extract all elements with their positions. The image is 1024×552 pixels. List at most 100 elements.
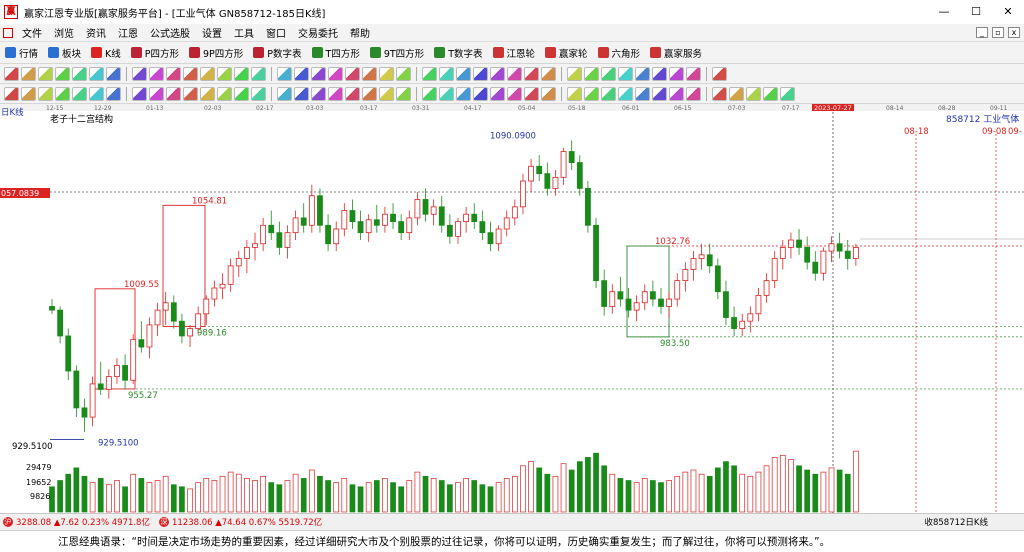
menu-browse[interactable]: 浏览 [48, 25, 80, 40]
drawing-tool-icon[interactable] [277, 66, 292, 81]
toolbar-button-12[interactable]: 赢家服务 [645, 46, 707, 60]
drawing-tool-icon[interactable] [396, 66, 411, 81]
toolbar-button-8[interactable]: T数字表 [429, 46, 487, 60]
tools-tool-icon[interactable] [217, 86, 232, 101]
tools-tool-icon[interactable] [132, 86, 147, 101]
menu-window[interactable]: 窗口 [260, 25, 292, 40]
drawing-tool-icon[interactable] [712, 66, 727, 81]
drawing-tool-icon[interactable] [379, 66, 394, 81]
drawing-tool-icon[interactable] [55, 66, 70, 81]
toolbar-button-4[interactable]: 9P四方形 [184, 46, 248, 60]
tools-tool-icon[interactable] [106, 86, 121, 101]
drawing-tool-icon[interactable] [217, 66, 232, 81]
drawing-tool-icon[interactable] [507, 66, 522, 81]
mdi-minimize-button[interactable]: _ [976, 27, 988, 38]
tools-tool-icon[interactable] [524, 86, 539, 101]
drawing-tool-icon[interactable] [524, 66, 539, 81]
drawing-tool-icon[interactable] [652, 66, 667, 81]
drawing-tool-icon[interactable] [38, 66, 53, 81]
tools-tool-icon[interactable] [345, 86, 360, 101]
drawing-tool-icon[interactable] [311, 66, 326, 81]
toolbar-button-3[interactable]: P四方形 [126, 46, 184, 60]
tools-tool-icon[interactable] [541, 86, 556, 101]
tools-tool-icon[interactable] [55, 86, 70, 101]
tools-tool-icon[interactable] [456, 86, 471, 101]
toolbar-button-1[interactable]: 板块 [43, 46, 86, 60]
drawing-tool-icon[interactable] [541, 66, 556, 81]
kline-chart[interactable]: 12-15 12-29 01-13 02-03 02-17 03-03 03-17 03-31… [0, 104, 1024, 513]
tools-tool-icon[interactable] [277, 86, 292, 101]
tools-tool-icon[interactable] [149, 86, 164, 101]
drawing-tool-icon[interactable] [669, 66, 684, 81]
tools-tool-icon[interactable] [396, 86, 411, 101]
drawing-tool-icon[interactable] [473, 66, 488, 81]
tools-tool-icon[interactable] [652, 86, 667, 101]
tools-tool-icon[interactable] [473, 86, 488, 101]
toolbar-button-2[interactable]: K线 [86, 46, 126, 60]
drawing-tool-icon[interactable] [439, 66, 454, 81]
drawing-tool-icon[interactable] [362, 66, 377, 81]
maximize-button[interactable]: ☐ [960, 0, 992, 24]
menu-formula[interactable]: 公式选股 [144, 25, 196, 40]
tools-tool-icon[interactable] [567, 86, 582, 101]
drawing-tool-icon[interactable] [72, 66, 87, 81]
tools-tool-icon[interactable] [234, 86, 249, 101]
drawing-tool-icon[interactable] [132, 66, 147, 81]
drawing-tool-icon[interactable] [89, 66, 104, 81]
tools-tool-icon[interactable] [439, 86, 454, 101]
drawing-tool-icon[interactable] [251, 66, 266, 81]
close-button[interactable]: ✕ [992, 0, 1024, 24]
menu-help[interactable]: 帮助 [344, 25, 376, 40]
tools-tool-icon[interactable] [729, 86, 744, 101]
tools-tool-icon[interactable] [669, 86, 684, 101]
drawing-tool-icon[interactable] [422, 66, 437, 81]
menu-info[interactable]: 资讯 [80, 25, 112, 40]
tools-tool-icon[interactable] [166, 86, 181, 101]
tools-tool-icon[interactable] [21, 86, 36, 101]
drawing-tool-icon[interactable] [490, 66, 505, 81]
tools-tool-icon[interactable] [38, 86, 53, 101]
menu-file[interactable]: 文件 [16, 25, 48, 40]
tools-tool-icon[interactable] [328, 86, 343, 101]
menu-gann[interactable]: 江恩 [112, 25, 144, 40]
drawing-tool-icon[interactable] [294, 66, 309, 81]
tools-tool-icon[interactable] [712, 86, 727, 101]
drawing-tool-icon[interactable] [234, 66, 249, 81]
toolbar-button-0[interactable]: 行情 [0, 46, 43, 60]
tools-tool-icon[interactable] [635, 86, 650, 101]
tools-tool-icon[interactable] [601, 86, 616, 101]
drawing-tool-icon[interactable] [345, 66, 360, 81]
tools-tool-icon[interactable] [200, 86, 215, 101]
drawing-tool-icon[interactable] [200, 66, 215, 81]
toolbar-button-6[interactable]: T四方形 [307, 46, 365, 60]
toolbar-button-5[interactable]: P数字表 [248, 46, 306, 60]
tools-tool-icon[interactable] [584, 86, 599, 101]
drawing-tool-icon[interactable] [166, 66, 181, 81]
tools-tool-icon[interactable] [362, 86, 377, 101]
toolbar-button-7[interactable]: 9T四方形 [365, 46, 429, 60]
minimize-button[interactable]: — [928, 0, 960, 24]
tools-tool-icon[interactable] [507, 86, 522, 101]
tools-tool-icon[interactable] [490, 86, 505, 101]
drawing-tool-icon[interactable] [686, 66, 701, 81]
mdi-restore-button[interactable]: ▫ [992, 27, 1004, 38]
tools-tool-icon[interactable] [183, 86, 198, 101]
tools-tool-icon[interactable] [89, 86, 104, 101]
drawing-tool-icon[interactable] [584, 66, 599, 81]
drawing-tool-icon[interactable] [106, 66, 121, 81]
drawing-tool-icon[interactable] [328, 66, 343, 81]
tools-tool-icon[interactable] [763, 86, 778, 101]
drawing-tool-icon[interactable] [601, 66, 616, 81]
shenzhen-index[interactable]: 11238.06 ▲74.64 0.67% 5519.72亿 [172, 516, 322, 528]
drawing-tool-icon[interactable] [456, 66, 471, 81]
drawing-tool-icon[interactable] [183, 66, 198, 81]
tools-tool-icon[interactable] [251, 86, 266, 101]
tools-tool-icon[interactable] [379, 86, 394, 101]
menu-tools[interactable]: 工具 [228, 25, 260, 40]
tools-tool-icon[interactable] [72, 86, 87, 101]
toolbar-button-9[interactable]: 江恩轮 [488, 46, 541, 60]
drawing-tool-icon[interactable] [21, 66, 36, 81]
tools-tool-icon[interactable] [780, 86, 795, 101]
toolbar-button-11[interactable]: 六角形 [593, 46, 646, 60]
tools-tool-icon[interactable] [746, 86, 761, 101]
